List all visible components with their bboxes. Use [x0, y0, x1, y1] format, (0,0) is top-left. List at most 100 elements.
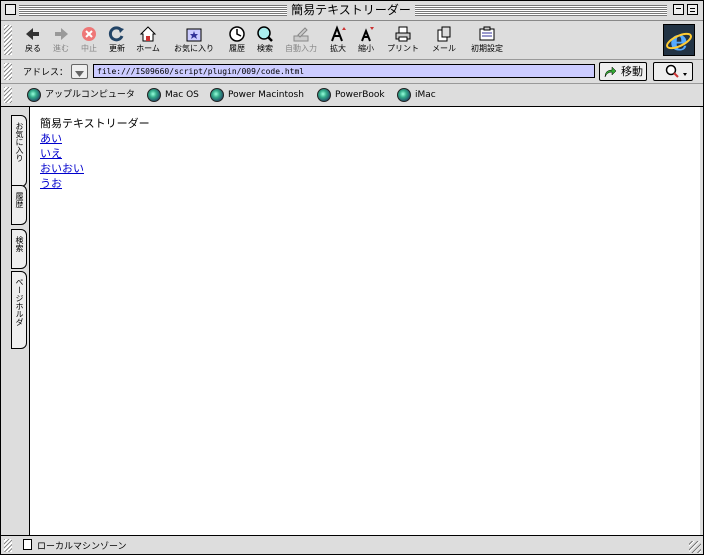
zoom-box[interactable] — [673, 4, 684, 15]
favorites-button[interactable]: お気に入り — [169, 24, 219, 58]
forward-button[interactable]: 進む — [47, 24, 75, 58]
preferences-label: 初期設定 — [465, 44, 509, 54]
tab-history-label: 履歴 — [12, 192, 26, 208]
stop-icon — [80, 25, 98, 43]
mail-label: メール — [427, 44, 461, 54]
history-label: 履歴 — [223, 44, 251, 54]
toolbar: 戻る 進む 中止 更新 ホーム お気に入り 履歴 検索 — [1, 21, 703, 60]
page-content: 簡易テキストリーダー あい いえ おいおい うお — [29, 107, 700, 535]
status-bar: ローカルマシンゾーン — [1, 535, 703, 555]
history-clock-icon — [228, 25, 246, 43]
title-bar[interactable]: 簡易テキストリーダー — [1, 1, 703, 21]
favorites-bar-grip[interactable] — [4, 87, 12, 103]
ie-logo-icon: e — [664, 25, 694, 55]
favorite-label: iMac — [415, 90, 436, 100]
home-icon — [139, 25, 157, 43]
address-bar-grip[interactable] — [4, 63, 12, 80]
address-label: アドレス： — [23, 65, 68, 78]
collapse-box[interactable] — [687, 4, 698, 15]
favorite-link[interactable]: PowerBook — [317, 87, 385, 103]
stop-button[interactable]: 中止 — [75, 24, 103, 58]
chevron-down-icon — [72, 67, 87, 80]
globe-icon — [397, 88, 411, 102]
window-title: 簡易テキストリーダー — [287, 3, 415, 18]
address-bar: アドレス： 移動 — [1, 60, 703, 84]
security-zone-text: ローカルマシンゾーン — [37, 539, 127, 552]
favorite-link[interactable]: Power Macintosh — [210, 87, 304, 103]
favorites-bar: アップルコンピュータ Mac OS Power Macintosh PowerB… — [1, 84, 703, 107]
favorites-label: お気に入り — [169, 44, 219, 54]
refresh-icon — [108, 25, 126, 43]
content-link[interactable]: おいおい — [40, 162, 84, 176]
favorite-label: Mac OS — [165, 90, 199, 100]
svg-text:e: e — [670, 25, 688, 55]
favorite-label: PowerBook — [335, 90, 385, 100]
search-label: 検索 — [251, 44, 279, 54]
refresh-label: 更新 — [103, 44, 131, 54]
home-label: ホーム — [131, 44, 165, 54]
go-button[interactable]: 移動 — [599, 62, 647, 81]
stop-label: 中止 — [75, 44, 103, 54]
tab-favorites-label: お気に入り — [12, 122, 26, 162]
printer-icon — [394, 25, 412, 43]
mail-button[interactable]: メール — [427, 24, 461, 58]
page-title: 簡易テキストリーダー — [40, 117, 150, 131]
favorite-link[interactable]: アップルコンピュータ — [27, 87, 135, 103]
status-bar-grip — [4, 539, 12, 552]
search-icon — [256, 25, 274, 43]
address-history-dropdown[interactable] — [71, 64, 88, 79]
tab-search[interactable]: 検索 — [11, 229, 27, 269]
back-button[interactable]: 戻る — [19, 24, 47, 58]
search-button[interactable]: 検索 — [251, 24, 279, 58]
back-label: 戻る — [19, 44, 47, 54]
globe-icon — [147, 88, 161, 102]
smaller-text-icon — [357, 25, 375, 43]
back-arrow-icon — [24, 25, 42, 43]
address-input[interactable] — [93, 64, 595, 78]
local-zone-icon — [23, 539, 32, 550]
home-button[interactable]: ホーム — [131, 24, 165, 58]
toolbar-grip[interactable] — [4, 25, 12, 55]
resize-handle[interactable] — [689, 541, 701, 553]
forward-arrow-icon — [52, 25, 70, 43]
favorite-link[interactable]: iMac — [397, 87, 436, 103]
autofill-label: 自動入力 — [281, 44, 321, 54]
content-link[interactable]: いえ — [40, 147, 62, 161]
preferences-button[interactable]: 初期設定 — [465, 24, 509, 58]
tab-page-holder[interactable]: ページホルダ — [11, 271, 27, 349]
history-button[interactable]: 履歴 — [223, 24, 251, 58]
magnifier-icon — [654, 63, 692, 80]
favorite-label: Power Macintosh — [228, 90, 304, 100]
smaller-text-button[interactable]: 縮小 — [353, 24, 379, 58]
favorite-link[interactable]: Mac OS — [147, 87, 199, 103]
favorite-label: アップルコンピュータ — [45, 90, 135, 100]
explorer-bar-tabs: お気に入り 履歴 検索 ページホルダ — [1, 107, 29, 535]
content-link[interactable]: あい — [40, 132, 62, 146]
refresh-button[interactable]: 更新 — [103, 24, 131, 58]
mail-icon — [435, 25, 453, 43]
favorites-icon — [185, 25, 203, 43]
larger-text-button[interactable]: 拡大 — [325, 24, 351, 58]
browser-window: 簡易テキストリーダー 戻る 進む 中止 更新 ホーム お気に入り — [0, 0, 704, 555]
tab-history[interactable]: 履歴 — [11, 185, 27, 225]
autofill-pencil-icon — [292, 25, 310, 43]
ie-logo: e — [663, 24, 695, 56]
tab-page-holder-label: ページホルダ — [12, 278, 26, 326]
autofill-button[interactable]: 自動入力 — [281, 24, 321, 58]
close-box[interactable] — [5, 4, 16, 15]
go-arrow-icon — [603, 65, 617, 79]
search-popup-button[interactable] — [653, 62, 693, 81]
preferences-icon — [478, 25, 496, 43]
larger-text-label: 拡大 — [325, 44, 351, 54]
globe-icon — [317, 88, 331, 102]
smaller-text-label: 縮小 — [353, 44, 379, 54]
print-button[interactable]: プリント — [383, 24, 423, 58]
go-label: 移動 — [621, 65, 643, 78]
larger-text-icon — [329, 25, 347, 43]
forward-label: 進む — [47, 44, 75, 54]
tab-favorites[interactable]: お気に入り — [11, 115, 27, 187]
globe-icon — [27, 88, 41, 102]
tab-search-label: 検索 — [12, 236, 26, 252]
content-link[interactable]: うお — [40, 177, 62, 191]
globe-icon — [210, 88, 224, 102]
